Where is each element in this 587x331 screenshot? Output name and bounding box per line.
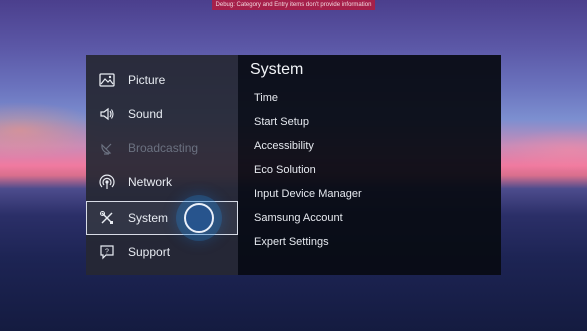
- option-eco-solution[interactable]: Eco Solution: [254, 164, 316, 176]
- sidebar-item-support[interactable]: ? Support: [86, 235, 238, 269]
- sidebar-item-label: Broadcasting: [128, 141, 199, 155]
- sidebar-item-picture[interactable]: Picture: [86, 63, 238, 97]
- satellite-dish-icon: [98, 139, 116, 157]
- sidebar-item-label: Picture: [128, 73, 166, 87]
- sidebar-item-broadcasting[interactable]: Broadcasting: [86, 131, 238, 165]
- category-sidebar: Picture Sound Broadcasting Network Syste: [86, 55, 238, 275]
- svg-text:?: ?: [105, 249, 109, 256]
- option-samsung-account[interactable]: Samsung Account: [254, 212, 343, 224]
- support-icon: ?: [98, 243, 116, 261]
- sidebar-item-label: Support: [128, 245, 171, 259]
- sidebar-item-label: System: [128, 211, 169, 225]
- system-options-panel: System Time Start Setup Accessibility Ec…: [238, 55, 501, 275]
- option-expert-settings[interactable]: Expert Settings: [254, 236, 329, 248]
- network-icon: [98, 173, 116, 191]
- tools-icon: [98, 209, 116, 227]
- sidebar-item-sound[interactable]: Sound: [86, 97, 238, 131]
- sidebar-item-network[interactable]: Network: [86, 165, 238, 199]
- option-time[interactable]: Time: [254, 92, 278, 104]
- sidebar-item-label: Sound: [128, 107, 163, 121]
- debug-notice: Debug: Category and Entry items don't pr…: [211, 0, 376, 10]
- picture-icon: [98, 71, 116, 89]
- sidebar-item-system[interactable]: System: [86, 201, 238, 235]
- speaker-icon: [98, 105, 116, 123]
- settings-menu: Picture Sound Broadcasting Network Syste: [86, 55, 501, 275]
- panel-title: System: [250, 61, 304, 78]
- option-accessibility[interactable]: Accessibility: [254, 140, 314, 152]
- focus-cursor: [184, 203, 214, 233]
- sidebar-item-label: Network: [128, 175, 173, 189]
- option-start-setup[interactable]: Start Setup: [254, 116, 309, 128]
- option-input-device-manager[interactable]: Input Device Manager: [254, 188, 362, 200]
